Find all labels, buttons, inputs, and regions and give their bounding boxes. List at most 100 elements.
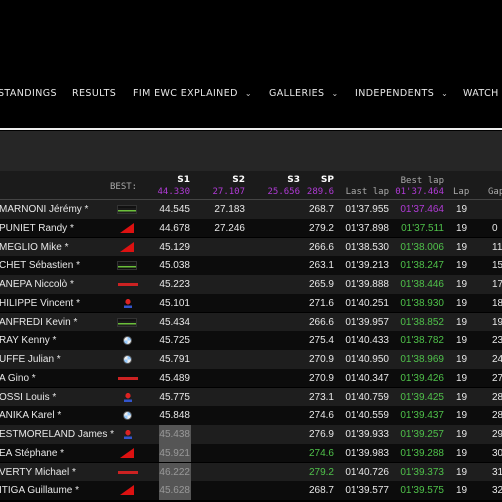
table-row[interactable]: ANEPA Niccolò * 45.223 265.9 01'39.888 01'38… xyxy=(0,275,502,294)
best-lap: 01'38.446 xyxy=(400,279,444,290)
best-lap: 01'39.425 xyxy=(400,391,444,403)
speed: 276.9 xyxy=(308,429,334,440)
rider-name: HILIPPE Vincent * xyxy=(0,297,80,309)
table-row[interactable]: RAY Kenny * 45.725 275.4 01'40.433 01'38.782… xyxy=(0,331,502,350)
last-lap: 01'39.983 xyxy=(345,447,389,459)
table-row[interactable]: MEGLIO Mike * 45.129 266.6 01'38.530 01'38.0… xyxy=(0,237,502,257)
best-s3: 25.656 xyxy=(267,187,300,197)
best-lap: 01'38.969 xyxy=(400,354,444,365)
lap-count: 19 xyxy=(456,222,468,234)
gap: 23 xyxy=(492,335,502,347)
rider-name: VERTY Michael * xyxy=(0,466,76,478)
table-row[interactable]: A Gino * 45.489 270.9 01'40.347 01'39.426 19 2… xyxy=(0,368,502,388)
s1-time: 45.434 xyxy=(159,316,190,328)
best-lap: 01'38.930 xyxy=(400,297,444,309)
suzuki-logo-icon xyxy=(124,298,132,308)
nav-item-independents[interactable]: INDEPENDENTS ⌄ xyxy=(355,88,448,99)
speed: 268.7 xyxy=(308,204,334,215)
table-row[interactable]: OSSI Louis * 45.775 273.1 01'40.759 01'39.42… xyxy=(0,387,502,407)
header-sp: SP xyxy=(320,175,334,185)
rider-name: ANFREDI Kevin * xyxy=(0,316,78,328)
table-row[interactable]: PUNIET Randy * 44.678 27.246 279.2 01'37.898… xyxy=(0,218,502,238)
best-lap: 01'39.437 xyxy=(400,410,444,422)
table-row[interactable]: ANIKA Karel * 45.848 274.6 01'40.559 01'39.4… xyxy=(0,406,502,425)
best-lap: 01'39.288 xyxy=(400,447,444,459)
kawasaki-logo-icon xyxy=(117,205,137,214)
best-lap: 01'37.511 xyxy=(401,222,444,234)
gap: 15 xyxy=(492,260,502,272)
gap: 30 xyxy=(492,447,502,459)
s1-time: 44.678 xyxy=(159,222,190,234)
gap: 0 xyxy=(492,222,498,234)
best-lap: 01'37.464 xyxy=(400,204,444,215)
s1-time: 45.628 xyxy=(159,481,191,500)
kawasaki-logo-icon xyxy=(117,261,137,271)
yamaha-logo-icon xyxy=(118,376,138,380)
bmw-logo-icon xyxy=(123,411,132,421)
last-lap: 01'40.726 xyxy=(345,466,389,478)
last-lap: 01'38.530 xyxy=(345,241,389,253)
table-row[interactable]: HILIPPE Vincent * 45.101 271.6 01'40.251 01'… xyxy=(0,293,502,313)
nav-item-fim-ewc-explained[interactable]: FIM EWC EXPLAINED ⌄ xyxy=(133,88,252,99)
yamaha-logo-icon xyxy=(118,283,138,286)
table-row[interactable]: UFFE Julian * 45.791 270.9 01'40.950 01'38.9… xyxy=(0,350,502,369)
table-row[interactable]: CHET Sébastien * 45.038 263.1 01'39.213 01'3… xyxy=(0,256,502,275)
table-row[interactable]: ITIGA Guillaume * 45.628 268.7 01'39.577 01'… xyxy=(0,481,502,500)
chevron-down-icon: ⌄ xyxy=(331,89,339,98)
nav-item-results[interactable]: RESULTS xyxy=(72,88,116,99)
nav-label: FIM EWC EXPLAINED xyxy=(133,88,238,99)
table-row[interactable]: MARNONI Jérémy * 44.545 27.183 268.7 01'37.9… xyxy=(0,200,502,219)
s1-time: 45.129 xyxy=(159,241,190,253)
gap: 11 xyxy=(492,241,502,253)
rider-name: ANEPA Niccolò * xyxy=(0,279,74,290)
best-lap: 01'39.373 xyxy=(400,466,444,478)
rider-name: EA Stéphane * xyxy=(0,447,65,459)
last-lap: 01'40.559 xyxy=(345,410,389,422)
s1-time: 45.489 xyxy=(159,372,190,384)
best-s2: 27.107 xyxy=(212,187,245,197)
speed: 266.6 xyxy=(308,241,334,253)
honda-logo-icon xyxy=(120,222,134,233)
table-row[interactable]: VERTY Michael * 46.222 279.2 01'40.726 01'39… xyxy=(0,462,502,482)
header-lap: Lap xyxy=(453,187,470,197)
s1-time: 45.223 xyxy=(159,279,190,290)
speed: 274.6 xyxy=(308,447,334,459)
s1-time: 45.438 xyxy=(159,425,191,444)
speed: 270.9 xyxy=(308,354,334,365)
header-gap: Gap xyxy=(488,187,502,197)
s1-time: 45.101 xyxy=(159,297,190,309)
gap: 32 xyxy=(492,485,502,497)
honda-logo-icon xyxy=(120,447,134,458)
last-lap: 01'39.888 xyxy=(345,279,389,290)
table-row[interactable]: ANFREDI Kevin * 45.434 266.6 01'39.957 01'38… xyxy=(0,312,502,332)
lap-count: 19 xyxy=(456,335,468,347)
best-lap: 01'38.247 xyxy=(400,260,444,272)
best-lap: 01'39.426 xyxy=(400,372,444,384)
lap-count: 19 xyxy=(456,466,468,478)
s1-time: 45.038 xyxy=(159,260,190,272)
speed: 263.1 xyxy=(308,260,334,272)
bmw-logo-icon xyxy=(123,355,132,364)
nav-item-watch[interactable]: WATCH xyxy=(463,88,499,99)
rider-name: RAY Kenny * xyxy=(0,335,57,347)
table-row[interactable]: EA Stéphane * 45.921 274.6 01'39.983 01'39.2… xyxy=(0,443,502,463)
nav-item-standings[interactable]: STANDINGS xyxy=(0,88,57,99)
chevron-down-icon: ⌄ xyxy=(244,89,252,98)
last-lap: 01'40.759 xyxy=(345,391,389,403)
nav-label: STANDINGS xyxy=(0,88,57,99)
speed: 274.6 xyxy=(308,410,334,422)
chevron-down-icon: ⌄ xyxy=(441,89,449,98)
table-row[interactable]: ESTMORELAND James * 45.438 276.9 01'39.933 0… xyxy=(0,425,502,444)
suzuki-logo-icon xyxy=(124,392,132,402)
last-lap: 01'40.950 xyxy=(345,354,389,365)
lap-count: 19 xyxy=(456,391,468,403)
rider-name: CHET Sébastien * xyxy=(0,260,80,272)
header-s3: S3 xyxy=(287,175,300,185)
last-lap: 01'39.213 xyxy=(345,260,389,272)
gap: 18 xyxy=(492,297,502,309)
table-header: BEST: S1 44.330 S2 27.107 S3 25.656 SP 2… xyxy=(0,171,502,200)
nav-item-galleries[interactable]: GALLERIES ⌄ xyxy=(269,88,339,99)
best-lap: 01'39.575 xyxy=(400,485,444,497)
lap-count: 19 xyxy=(456,485,468,497)
s1-time: 44.545 xyxy=(159,204,190,215)
